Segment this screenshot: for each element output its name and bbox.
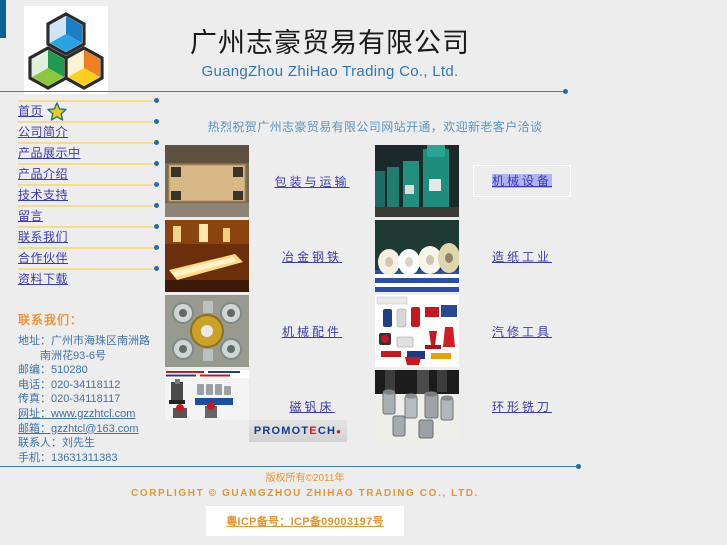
- product-grid: 包装与运输 机械设备冶金钢铁 造纸工业机械配件 汽修工具 PROMOT E CH ● 磁钒床 环形…: [165, 145, 585, 445]
- contact-line: 传真：020-34118117: [18, 393, 121, 406]
- product-cell: 包装与运输: [165, 145, 375, 217]
- sidebar-divider: [18, 140, 159, 145]
- contact-line: 电话：020-34118112: [18, 378, 121, 391]
- product-link[interactable]: 包装与运输: [274, 173, 349, 190]
- product-cell: 机械配件: [165, 295, 375, 367]
- wooden-crate-photo[interactable]: [165, 145, 249, 217]
- product-cell: 环形铣刀: [375, 370, 585, 442]
- contact-line[interactable]: 邮箱：gzzhtcl@163.com: [18, 422, 168, 437]
- sidebar-divider: [18, 245, 159, 250]
- contact-line: 南洲花93-6号: [40, 349, 107, 362]
- sidebar-item-label[interactable]: 公司简介: [18, 125, 68, 140]
- sidebar-item-2[interactable]: 公司简介: [0, 119, 165, 142]
- sidebar-item-7[interactable]: 联系我们: [0, 224, 165, 247]
- product-label-area: 冶金钢铁: [249, 220, 375, 292]
- copyright-en: CORPLIGHT © GUANGZHOU ZHIHAO TRADING CO.…: [131, 488, 479, 499]
- product-link[interactable]: 冶金钢铁: [282, 248, 342, 265]
- product-link[interactable]: 机械设备: [491, 174, 552, 188]
- product-link[interactable]: 机械配件: [282, 323, 342, 340]
- green-machinery-photo[interactable]: [375, 145, 459, 217]
- magnetic-drill-photo[interactable]: [165, 370, 249, 420]
- sidebar-item-label[interactable]: 首页: [18, 104, 43, 119]
- sidebar-item-9[interactable]: 资料下载: [0, 266, 165, 289]
- contact-line: 联系人：刘先生: [18, 437, 95, 450]
- contact-heading: 联系我们：: [18, 313, 84, 327]
- sidebar-divider: [18, 98, 159, 103]
- sidebar-divider: [18, 224, 159, 229]
- product-cell: 冶金钢铁: [165, 220, 375, 292]
- contact-line: 邮编：510280: [18, 364, 88, 377]
- product-label-area: 机械配件: [249, 295, 375, 367]
- contact-line: 地址：广州市海珠区南洲路: [18, 335, 150, 347]
- page-root: 广州志豪贸易有限公司 GuangZhou ZhiHao Trading Co.,…: [0, 0, 727, 545]
- sidebar-item-6[interactable]: 留言: [0, 203, 165, 226]
- company-logo: [24, 6, 108, 94]
- product-link[interactable]: 磁钒床: [289, 398, 334, 415]
- sidebar-item-label[interactable]: 留言: [18, 209, 43, 224]
- sidebar-item-5[interactable]: 技术支持: [0, 182, 165, 205]
- product-label-area: 包装与运输: [249, 145, 375, 217]
- product-row: 机械配件 汽修工具: [165, 295, 585, 370]
- annular-cutters-photo[interactable]: [375, 370, 459, 442]
- sidebar-item-label[interactable]: 产品展示中: [18, 146, 81, 161]
- site-footer: 版权所有©2011年 CORPLIGHT © GUANGZHOU ZHIHAO …: [0, 470, 610, 536]
- contact-link[interactable]: 邮箱：gzzhtcl@163.com: [18, 423, 139, 435]
- header-divider: [0, 89, 568, 94]
- main-content: 热烈祝贺广州志豪贸易有限公司网站开通，欢迎新老客户洽谈 包装与运输 机械设备冶金钢…: [165, 100, 585, 442]
- site-title-cn: 广州志豪贸易有限公司: [190, 28, 470, 58]
- sidebar-item-4[interactable]: 产品介绍: [0, 161, 165, 184]
- icp-box: 粵ICP备号：ICP备09003197号: [206, 506, 404, 536]
- steel-mill-photo[interactable]: [165, 220, 249, 292]
- paper-rolls-photo[interactable]: [375, 220, 459, 292]
- footer-divider: [0, 464, 581, 469]
- sidebar-divider: [18, 203, 159, 208]
- contact-block: 联系我们： 地址：广州市海珠区南洲路南洲花93-6号邮编：510280 电话：02…: [18, 312, 168, 465]
- icp-link[interactable]: 粵ICP备号：ICP备09003197号: [226, 513, 384, 529]
- logo-icon: [28, 12, 104, 90]
- announcement-heading: 热烈祝贺广州志豪贸易有限公司网站开通，欢迎新老客户洽谈: [207, 120, 543, 134]
- jacks-tools-photo[interactable]: [375, 295, 459, 367]
- product-link[interactable]: 造纸工业: [492, 248, 552, 265]
- sidebar-item-label[interactable]: 技术支持: [18, 188, 68, 203]
- product-cell: 汽修工具: [375, 295, 585, 367]
- sidebar-divider: [18, 161, 159, 166]
- product-label-area: 造纸工业: [459, 220, 585, 292]
- sidebar-item-label[interactable]: 产品介绍: [18, 167, 68, 182]
- sidebar-nav: 首页公司简介产品展示中产品介绍技术支持留言联系我们合作伙伴资料下载: [0, 98, 165, 289]
- product-row: PROMOT E CH ● 磁钒床 环形铣刀: [165, 370, 585, 445]
- star-icon: [47, 102, 67, 121]
- site-title-en: GuangZhou ZhiHao Trading Co., Ltd.: [201, 63, 459, 80]
- promotech-logo: PROMOT E CH ●: [249, 420, 347, 442]
- sidebar-item-label[interactable]: 合作伙伴: [18, 251, 68, 266]
- product-row: 冶金钢铁 造纸工业: [165, 220, 585, 295]
- site-header: 广州志豪贸易有限公司 GuangZhou ZhiHao Trading Co.,…: [0, 0, 727, 94]
- site-title: 广州志豪贸易有限公司 GuangZhou ZhiHao Trading Co.,…: [180, 26, 480, 82]
- contact-line[interactable]: 网址：www.gzzhtcl.com: [18, 407, 168, 422]
- copyright-cn: 版权所有©2011年: [265, 473, 345, 484]
- product-cell: 造纸工业: [375, 220, 585, 292]
- product-link[interactable]: 汽修工具: [492, 323, 552, 340]
- product-row: 包装与运输 机械设备: [165, 145, 585, 220]
- sidebar-divider: [18, 119, 159, 124]
- sidebar-item-label[interactable]: 联系我们: [18, 230, 68, 245]
- sidebar-item-1[interactable]: 首页: [0, 98, 165, 121]
- product-link[interactable]: 环形铣刀: [492, 398, 552, 415]
- sidebar-divider: [18, 182, 159, 187]
- product-cell: PROMOT E CH ● 磁钒床: [165, 370, 375, 442]
- product-label-area: 环形铣刀: [459, 370, 585, 442]
- product-cell: 机械设备: [375, 145, 585, 217]
- contact-line: 手机：13631311383: [18, 451, 118, 464]
- castings-bearings-photo[interactable]: [165, 295, 249, 367]
- sidebar-item-3[interactable]: 产品展示中: [0, 140, 165, 163]
- sidebar-divider: [18, 266, 159, 271]
- contact-link[interactable]: 网址：www.gzzhtcl.com: [18, 408, 135, 420]
- product-label-area: 汽修工具: [459, 295, 585, 367]
- product-label-area: 机械设备: [459, 145, 585, 217]
- sidebar-item-label[interactable]: 资料下载: [18, 272, 68, 287]
- sidebar-item-8[interactable]: 合作伙伴: [0, 245, 165, 268]
- product-link-focus-box: 机械设备: [472, 165, 571, 197]
